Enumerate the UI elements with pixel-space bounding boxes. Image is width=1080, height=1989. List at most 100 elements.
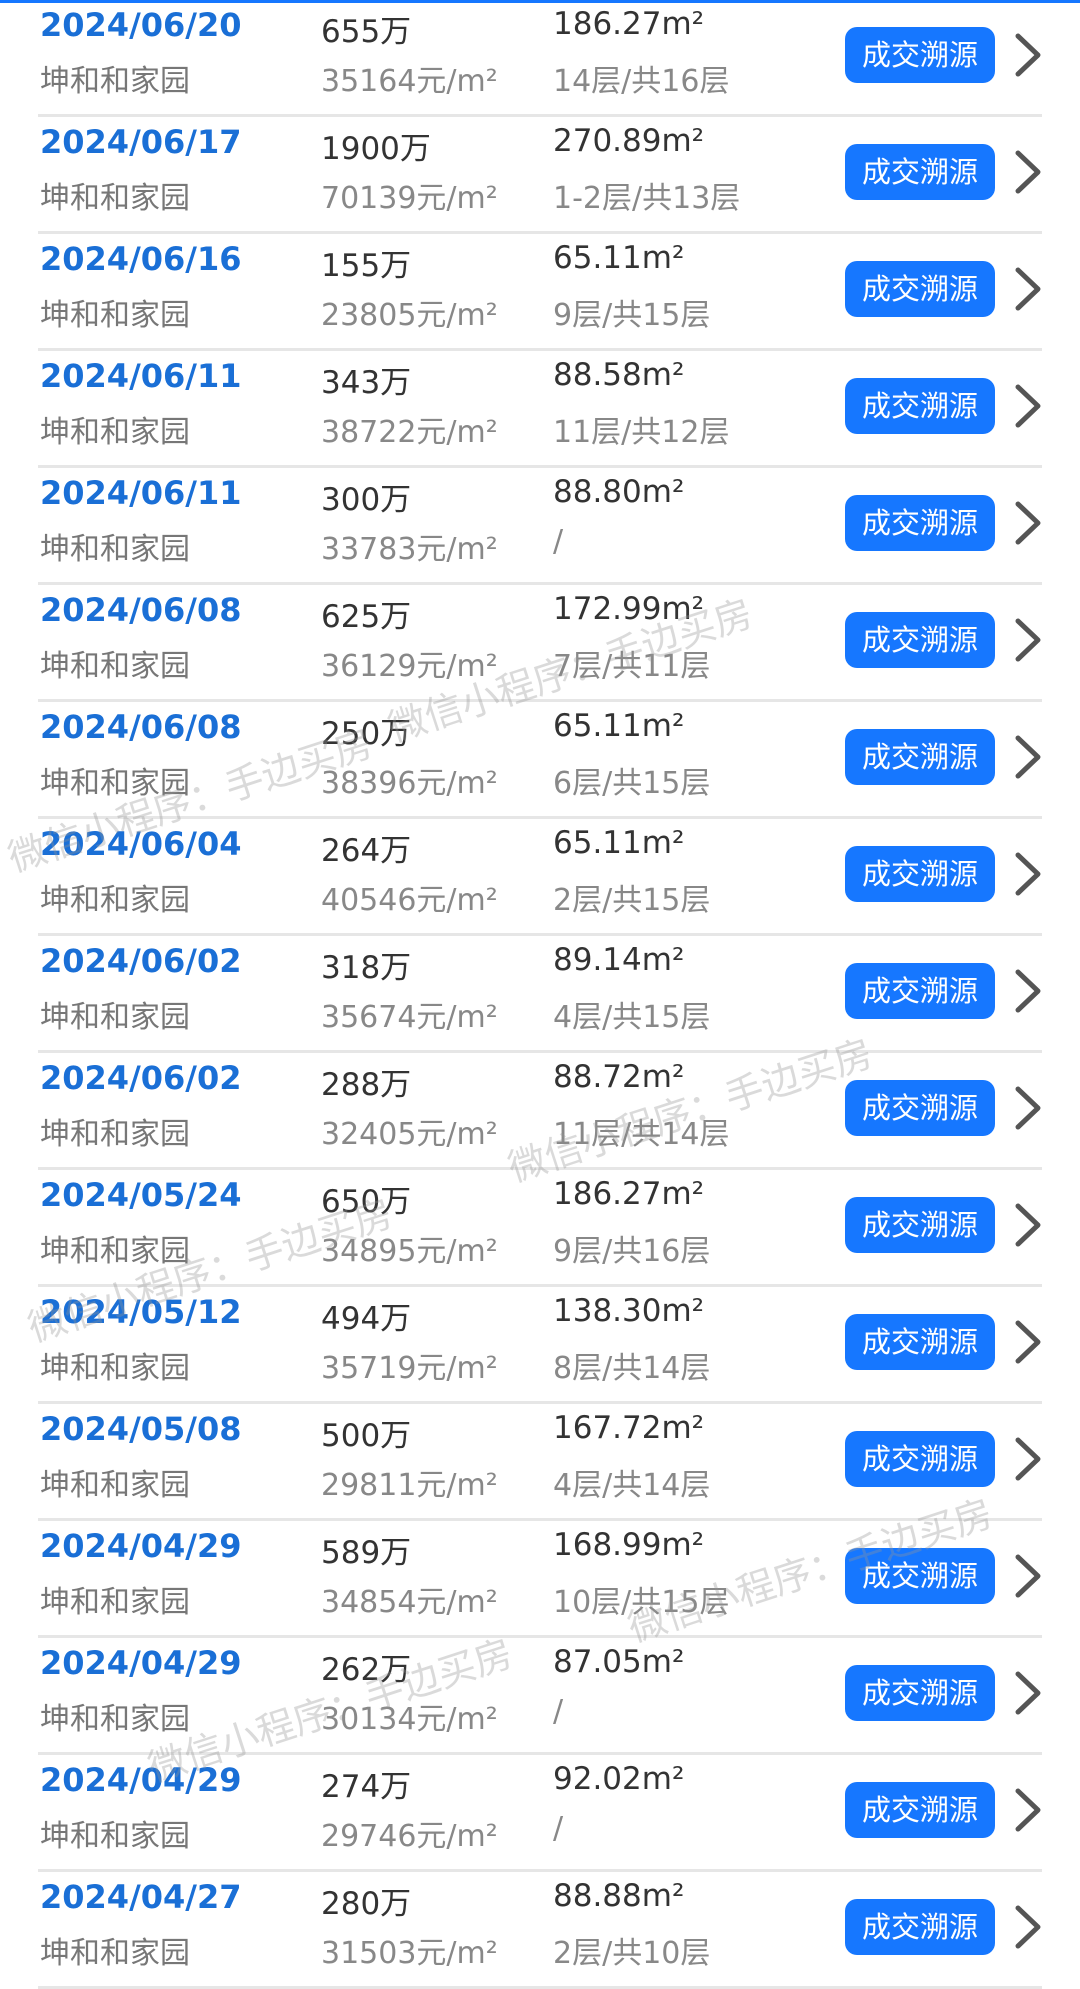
floor-info: / [553,1811,564,1846]
chevron-right-icon[interactable] [1010,1083,1046,1133]
total-price: 264万 [321,833,412,869]
chevron-right-icon[interactable] [1010,1785,1046,1835]
unit-price: 36129元/m² [321,649,498,684]
transaction-row[interactable]: 2024/06/08 坤和和家园 250万 38396元/m² 65.11m² 6层/共1… [38,702,1042,819]
transaction-row[interactable]: 2024/06/11 坤和和家园 300万 33783元/m² 88.80m² / 成交溯源 [38,468,1042,585]
community-name: 坤和和家园 [40,1234,190,1269]
transaction-row[interactable]: 2024/06/20 坤和和家园 655万 35164元/m² 186.27m² 14层/… [38,0,1042,117]
transaction-row[interactable]: 2024/05/24 坤和和家园 650万 34895元/m² 186.27m² 9层/共… [38,1170,1042,1287]
unit-price: 35719元/m² [321,1351,498,1386]
unit-price: 29746元/m² [321,1819,498,1854]
trace-deal-button[interactable]: 成交溯源 [845,27,995,83]
floor-info: 1-2层/共13层 [553,181,741,216]
floor-area: 88.58m² [553,357,685,393]
community-name: 坤和和家园 [40,649,190,684]
chevron-right-icon[interactable] [1010,30,1046,80]
trace-deal-button[interactable]: 成交溯源 [845,1665,995,1721]
community-name: 坤和和家园 [40,1351,190,1386]
unit-price: 34854元/m² [321,1585,498,1620]
trace-deal-button[interactable]: 成交溯源 [845,1431,995,1487]
trace-deal-button[interactable]: 成交溯源 [845,729,995,785]
unit-price: 32405元/m² [321,1117,498,1152]
deal-date: 2024/06/16 [40,240,242,278]
transaction-row[interactable]: 2024/06/11 坤和和家园 343万 38722元/m² 88.58m² 11层/共… [38,351,1042,468]
trace-deal-button[interactable]: 成交溯源 [845,1314,995,1370]
unit-price: 38722元/m² [321,415,498,450]
deal-date: 2024/04/29 [40,1527,242,1565]
trace-deal-button[interactable]: 成交溯源 [845,1899,995,1955]
transaction-row[interactable]: 2024/06/04 坤和和家园 264万 40546元/m² 65.11m² 2层/共1… [38,819,1042,936]
transaction-row[interactable]: 2024/04/29 坤和和家园 589万 34854元/m² 168.99m² 10层/… [38,1521,1042,1638]
floor-area: 270.89m² [553,123,705,159]
trace-deal-button[interactable]: 成交溯源 [845,378,995,434]
chevron-right-icon[interactable] [1010,381,1046,431]
trace-deal-button[interactable]: 成交溯源 [845,1080,995,1136]
deal-date: 2024/06/11 [40,357,242,395]
unit-price: 33783元/m² [321,532,498,567]
floor-info: 2层/共15层 [553,883,711,918]
chevron-right-icon[interactable] [1010,966,1046,1016]
unit-price: 29811元/m² [321,1468,498,1503]
transaction-row[interactable]: 2024/06/08 坤和和家园 625万 36129元/m² 172.99m² 7层/共… [38,585,1042,702]
transaction-row[interactable]: 2024/05/12 坤和和家园 494万 35719元/m² 138.30m² 8层/共… [38,1287,1042,1404]
trace-deal-button[interactable]: 成交溯源 [845,144,995,200]
trace-deal-button[interactable]: 成交溯源 [845,612,995,668]
trace-deal-button[interactable]: 成交溯源 [845,1197,995,1253]
trace-deal-button[interactable]: 成交溯源 [845,495,995,551]
unit-price: 35164元/m² [321,64,498,99]
unit-price: 23805元/m² [321,298,498,333]
chevron-right-icon[interactable] [1010,264,1046,314]
chevron-right-icon[interactable] [1010,615,1046,665]
floor-area: 186.27m² [553,1176,705,1212]
floor-area: 172.99m² [553,591,705,627]
deal-date: 2024/06/17 [40,123,242,161]
chevron-right-icon[interactable] [1010,1902,1046,1952]
deal-date: 2024/06/02 [40,942,242,980]
chevron-right-icon[interactable] [1010,147,1046,197]
floor-info: 4层/共15层 [553,1000,711,1035]
unit-price: 30134元/m² [321,1702,498,1737]
floor-area: 87.05m² [553,1644,685,1680]
total-price: 650万 [321,1184,412,1220]
transaction-row[interactable]: 2024/04/29 坤和和家园 274万 29746元/m² 92.02m² / 成交溯源 [38,1755,1042,1872]
chevron-right-icon[interactable] [1010,732,1046,782]
chevron-right-icon[interactable] [1010,1668,1046,1718]
deal-date: 2024/05/24 [40,1176,242,1214]
community-name: 坤和和家园 [40,298,190,333]
total-price: 343万 [321,365,412,401]
floor-area: 168.99m² [553,1527,705,1563]
chevron-right-icon[interactable] [1010,1551,1046,1601]
transaction-row[interactable]: 2024/06/17 坤和和家园 1900万 70139元/m² 270.89m² 1-2… [38,117,1042,234]
transaction-row[interactable]: 2024/06/02 坤和和家园 288万 32405元/m² 88.72m² 11层/共… [38,1053,1042,1170]
trace-deal-button[interactable]: 成交溯源 [845,1548,995,1604]
trace-deal-button[interactable]: 成交溯源 [845,261,995,317]
community-name: 坤和和家园 [40,532,190,567]
transaction-row[interactable]: 2024/06/16 坤和和家园 155万 23805元/m² 65.11m² 9层/共1… [38,234,1042,351]
community-name: 坤和和家园 [40,1702,190,1737]
chevron-right-icon[interactable] [1010,498,1046,548]
deal-date: 2024/04/29 [40,1761,242,1799]
transaction-row[interactable]: 2024/06/02 坤和和家园 318万 35674元/m² 89.14m² 4层/共1… [38,936,1042,1053]
floor-area: 65.11m² [553,708,685,744]
chevron-right-icon[interactable] [1010,1434,1046,1484]
trace-deal-button[interactable]: 成交溯源 [845,1782,995,1838]
community-name: 坤和和家园 [40,1468,190,1503]
unit-price: 34895元/m² [321,1234,498,1269]
total-price: 625万 [321,599,412,635]
transaction-row[interactable]: 2024/05/08 坤和和家园 500万 29811元/m² 167.72m² 4层/共… [38,1404,1042,1521]
transaction-row[interactable]: 2024/04/29 坤和和家园 262万 30134元/m² 87.05m² / 成交溯源 [38,1638,1042,1755]
floor-area: 92.02m² [553,1761,685,1797]
floor-info: 6层/共15层 [553,766,711,801]
floor-area: 65.11m² [553,240,685,276]
chevron-right-icon[interactable] [1010,1200,1046,1250]
chevron-right-icon[interactable] [1010,1317,1046,1367]
total-price: 262万 [321,1652,412,1688]
floor-info: 11层/共12层 [553,415,730,450]
total-price: 500万 [321,1418,412,1454]
transaction-row[interactable]: 2024/04/27 坤和和家园 280万 31503元/m² 88.88m² 2层/共1… [38,1872,1042,1989]
trace-deal-button[interactable]: 成交溯源 [845,846,995,902]
community-name: 坤和和家园 [40,1819,190,1854]
trace-deal-button[interactable]: 成交溯源 [845,963,995,1019]
total-price: 280万 [321,1886,412,1922]
chevron-right-icon[interactable] [1010,849,1046,899]
